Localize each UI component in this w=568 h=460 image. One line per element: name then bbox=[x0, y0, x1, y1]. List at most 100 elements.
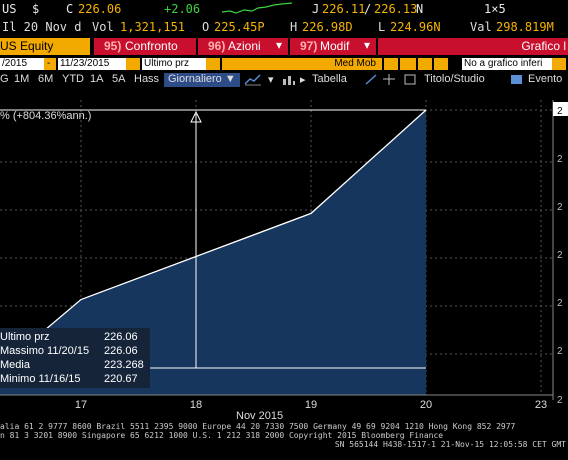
value-label: Val bbox=[470, 20, 492, 34]
size: 1×5 bbox=[484, 2, 506, 16]
date-separator: - bbox=[44, 58, 56, 70]
draw-tool-icon[interactable] bbox=[364, 73, 378, 89]
param-bar: /2015 - 11/23/2015 Ultimo prz Med Mob No… bbox=[0, 57, 568, 71]
quote-bar: US $ C 226.06 +2.06 J 226.11 / 226.13 N … bbox=[0, 0, 568, 18]
x-tick-label: 17 bbox=[75, 399, 87, 411]
equity-tab[interactable]: US Equity bbox=[0, 38, 90, 55]
open: 225.45P bbox=[214, 20, 265, 34]
low: 224.96N bbox=[390, 20, 441, 34]
option-box-3[interactable] bbox=[434, 58, 448, 70]
high: 226.98D bbox=[302, 20, 353, 34]
volume-label: Vol bbox=[92, 20, 114, 34]
equity-label: US Equity bbox=[0, 39, 54, 53]
tabella-button[interactable]: Tabella bbox=[312, 73, 347, 85]
legend-item: Ultimo prz 226.06 bbox=[0, 330, 150, 344]
line-chart-icon[interactable] bbox=[244, 73, 262, 89]
field-dropdown-icon[interactable] bbox=[206, 58, 220, 70]
y-tick-label: 2 bbox=[557, 250, 563, 261]
option-box[interactable] bbox=[400, 58, 416, 70]
section-bar: US Equity 95) Confronto 96) Azioni ▾ 97)… bbox=[0, 38, 568, 57]
legend-value: 226.06 bbox=[104, 331, 138, 343]
x-tick-label: 23 bbox=[535, 399, 547, 411]
bid-ask-sep: / bbox=[364, 2, 372, 16]
chevron-down-icon[interactable]: ▾ bbox=[268, 73, 274, 86]
start-date-field[interactable]: /2015 bbox=[0, 58, 44, 70]
chevron-down-icon: ▾ bbox=[363, 38, 370, 52]
evento-button[interactable]: Evento bbox=[528, 73, 562, 85]
crosshair-icon[interactable] bbox=[382, 73, 396, 89]
legend-label: Media bbox=[0, 359, 30, 371]
close-prefix: C bbox=[66, 2, 74, 16]
end-date-field[interactable]: 11/23/2015 bbox=[58, 58, 126, 70]
modif-label: Modif bbox=[320, 39, 350, 53]
footer-line-1: alia 61 2 9777 8600 Brazil 5511 2395 900… bbox=[0, 422, 516, 431]
azioni-button[interactable]: 96) Azioni ▾ bbox=[198, 38, 288, 55]
high-label: H bbox=[290, 20, 298, 34]
range-1m[interactable]: 1M bbox=[14, 73, 29, 85]
footer: alia 61 2 9777 8600 Brazil 5511 2395 900… bbox=[0, 422, 568, 449]
moving-average-select[interactable]: Med Mob bbox=[222, 58, 382, 70]
footer-line-3: SN 565144 H438-1517-1 21-Nov-15 12:05:58… bbox=[334, 440, 566, 449]
lower-chart-select[interactable]: No a grafico inferi bbox=[462, 58, 552, 70]
grafico-button[interactable]: Grafico l bbox=[378, 38, 568, 55]
calendar-icon[interactable] bbox=[126, 58, 140, 70]
toolbar: G 1M 6M YTD 1A 5A Hass Giornaliero ▼ ▾ ▸… bbox=[0, 72, 568, 87]
y-tick-label: 2 bbox=[557, 106, 563, 117]
price-change: +2.06 bbox=[164, 2, 201, 16]
range-g[interactable]: G bbox=[0, 73, 9, 85]
start-date-value: /2015 bbox=[2, 58, 28, 69]
lower-chart-value: No a grafico inferi bbox=[464, 58, 543, 69]
modif-num: 97) bbox=[300, 39, 318, 53]
legend-label: Minimo 11/16/15 bbox=[0, 373, 81, 385]
annotation: % (+804.36%ann.) bbox=[0, 110, 92, 122]
moving-average-label: Med Mob bbox=[334, 58, 376, 69]
ticker-suffix: US bbox=[2, 2, 17, 16]
y-tick-label: 2 bbox=[557, 298, 563, 309]
range-ytd[interactable]: YTD bbox=[62, 73, 84, 85]
modif-button[interactable]: 97) Modif ▾ bbox=[290, 38, 376, 55]
date-line: Il 20 Nov d bbox=[2, 20, 82, 34]
range-hass[interactable]: Hass bbox=[134, 73, 159, 85]
confronto-button[interactable]: 95) Confronto bbox=[94, 38, 196, 55]
lower-chart-dropdown-icon[interactable] bbox=[552, 58, 566, 70]
footer-line-2: n 81 3 3201 8900 Singapore 65 6212 1000 … bbox=[0, 431, 444, 440]
sparkline-icon bbox=[221, 2, 293, 17]
title-icon bbox=[404, 73, 416, 89]
open-label: O bbox=[202, 20, 210, 34]
titolo-studio-button[interactable]: Titolo/Studio bbox=[424, 73, 485, 85]
bid: 226.11 bbox=[322, 2, 366, 16]
x-tick-label: 20 bbox=[420, 399, 432, 411]
x-tick-label: 19 bbox=[305, 399, 317, 411]
bar-chart-icon[interactable] bbox=[282, 73, 296, 89]
range-6m[interactable]: 6M bbox=[38, 73, 53, 85]
ma-dropdown-icon[interactable] bbox=[384, 58, 398, 70]
legend-label: Massimo 11/20/15 bbox=[0, 345, 90, 357]
value: 298.819M bbox=[496, 20, 554, 34]
option-box-2[interactable] bbox=[418, 58, 432, 70]
bid-prefix: J bbox=[312, 2, 320, 16]
y-tick-label: 2 bbox=[557, 395, 563, 406]
legend-item: Media 223.268 bbox=[0, 358, 150, 372]
ask: 226.13 bbox=[374, 2, 418, 16]
stats-bar: Il 20 Nov d Vol 1,321,151 O 225.45P H 22… bbox=[0, 18, 568, 34]
end-date-value: 11/23/2015 bbox=[60, 58, 110, 69]
price-chart[interactable]: 17 18 19 20 23 2 2 2 2 2 2 2 bbox=[0, 100, 568, 460]
confronto-num: 95) bbox=[104, 39, 122, 53]
low-label: L bbox=[378, 20, 386, 34]
legend-item: Massimo 11/20/15 226.06 bbox=[0, 344, 150, 358]
azioni-label: Azioni bbox=[228, 39, 261, 53]
legend: Ultimo prz 226.06 Massimo 11/20/15 226.0… bbox=[0, 328, 150, 388]
y-tick-label: 2 bbox=[557, 346, 563, 357]
azioni-num: 96) bbox=[208, 39, 226, 53]
y-ticks: 2 2 2 2 2 2 2 bbox=[557, 106, 563, 406]
field-select[interactable]: Ultimo prz bbox=[142, 58, 206, 70]
legend-value: 220.67 bbox=[104, 373, 138, 385]
range-1a[interactable]: 1A bbox=[90, 73, 103, 85]
period-select[interactable]: Giornaliero ▼ bbox=[164, 73, 240, 87]
range-5a[interactable]: 5A bbox=[112, 73, 125, 85]
legend-value: 223.268 bbox=[104, 359, 144, 371]
table-icon: ▸ bbox=[300, 74, 306, 86]
field-value: Ultimo prz bbox=[144, 58, 190, 69]
event-icon bbox=[510, 73, 524, 89]
grafico-label: Grafico l bbox=[521, 39, 566, 53]
